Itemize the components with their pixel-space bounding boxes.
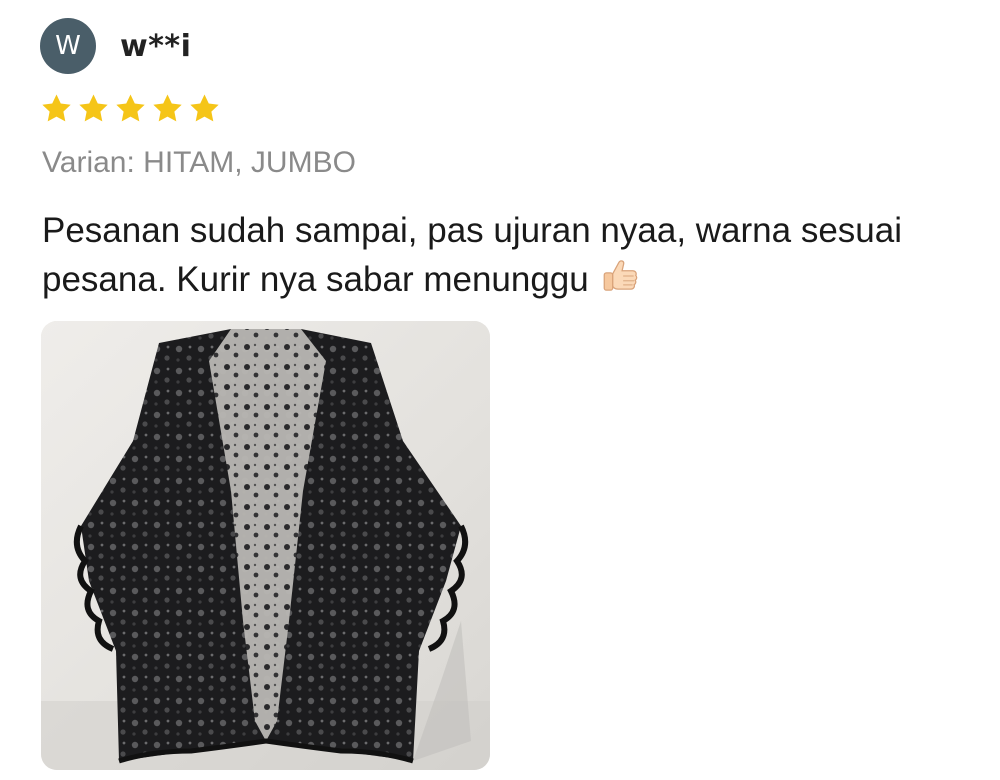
thumbs-up-icon xyxy=(603,260,638,291)
reviewer-username[interactable]: w**i xyxy=(120,29,191,64)
avatar-initial: W xyxy=(55,31,81,61)
review-comment-text: Pesanan sudah sampai, pas ujuran nyaa, w… xyxy=(42,211,902,299)
review-header: W w**i xyxy=(40,18,191,74)
star-rating xyxy=(40,92,221,125)
star-icon xyxy=(116,94,145,122)
review-card: W w**i Varian: HITAM, JUMBO Pesanan suda… xyxy=(0,0,1000,780)
review-photo[interactable] xyxy=(41,321,490,770)
avatar[interactable]: W xyxy=(40,18,96,74)
review-comment: Pesanan sudah sampai, pas ujuran nyaa, w… xyxy=(42,206,922,304)
product-variant: Varian: HITAM, JUMBO xyxy=(42,146,356,179)
star-icon xyxy=(79,94,108,122)
black-lace-cardigan-photo xyxy=(41,321,490,770)
star-icon xyxy=(42,94,71,122)
star-icon xyxy=(190,94,219,122)
star-icon xyxy=(153,94,182,122)
